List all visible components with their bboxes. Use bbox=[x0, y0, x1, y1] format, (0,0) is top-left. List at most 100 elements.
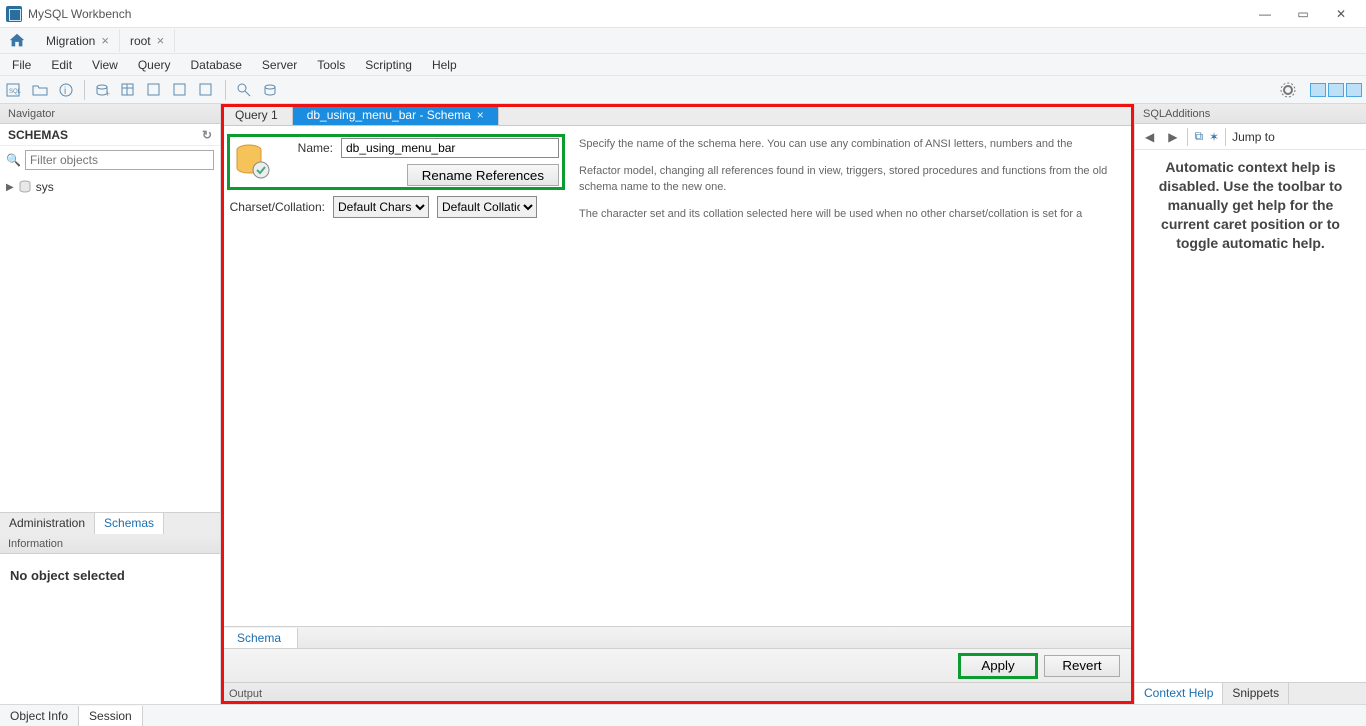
information-header: Information bbox=[0, 534, 220, 554]
schemas-header: SCHEMAS ↻ bbox=[0, 124, 220, 146]
apply-button[interactable]: Apply bbox=[960, 655, 1036, 677]
main-toolbar: SQL i + bbox=[0, 76, 1366, 104]
filter-input[interactable] bbox=[25, 150, 214, 170]
search-icon: 🔍 bbox=[6, 153, 21, 167]
apply-bar: Apply Revert bbox=[221, 648, 1134, 682]
menu-help[interactable]: Help bbox=[424, 56, 465, 74]
auto-help-icon[interactable]: ✶ bbox=[1209, 130, 1219, 144]
tab-object-info[interactable]: Object Info bbox=[0, 706, 79, 726]
svg-text:SQL: SQL bbox=[9, 89, 22, 95]
toggle-left-panel-icon[interactable] bbox=[1310, 83, 1326, 97]
back-button[interactable]: ◀ bbox=[1141, 130, 1158, 144]
tab-label: root bbox=[130, 34, 151, 48]
sql-tab-icon: SQL bbox=[6, 82, 22, 98]
toggle-right-panel-icon[interactable] bbox=[1346, 83, 1362, 97]
tab-root[interactable]: root × bbox=[120, 29, 175, 52]
expand-icon[interactable]: ▶ bbox=[6, 182, 14, 193]
jump-to-label[interactable]: Jump to bbox=[1232, 130, 1275, 144]
create-proc-button[interactable] bbox=[171, 80, 191, 100]
menu-query[interactable]: Query bbox=[130, 56, 179, 74]
folder-icon bbox=[32, 82, 48, 98]
tab-schemas[interactable]: Schemas bbox=[95, 513, 164, 534]
editor-tabstrip: Query 1 db_using_menu_bar - Schema × bbox=[221, 104, 1134, 126]
panel-toggle[interactable] bbox=[1310, 83, 1362, 97]
maximize-button[interactable]: ▭ bbox=[1284, 2, 1322, 26]
tab-snippets[interactable]: Snippets bbox=[1223, 683, 1289, 704]
tab-label: db_using_menu_bar - Schema bbox=[307, 108, 471, 122]
tab-label: Query 1 bbox=[235, 108, 278, 122]
open-sql-button[interactable] bbox=[30, 80, 50, 100]
svg-text:+: + bbox=[105, 89, 110, 98]
information-panel: Information No object selected bbox=[0, 534, 220, 704]
tab-session[interactable]: Session bbox=[79, 706, 143, 726]
revert-button[interactable]: Revert bbox=[1044, 655, 1120, 677]
close-icon[interactable]: × bbox=[477, 108, 484, 122]
reconnect-button[interactable] bbox=[260, 80, 280, 100]
main-area: Navigator SCHEMAS ↻ 🔍 ▶ sys Administrati… bbox=[0, 104, 1366, 704]
information-body: No object selected bbox=[0, 554, 220, 704]
create-table-button[interactable] bbox=[119, 80, 139, 100]
menu-tools[interactable]: Tools bbox=[309, 56, 353, 74]
tab-query-1[interactable]: Query 1 bbox=[221, 104, 293, 125]
toolbar-divider bbox=[1187, 128, 1188, 146]
create-view-button[interactable] bbox=[145, 80, 165, 100]
toolbar-divider bbox=[1225, 128, 1226, 146]
schema-icon bbox=[233, 142, 273, 182]
menu-server[interactable]: Server bbox=[254, 56, 305, 74]
info-tabs: Object Info Session bbox=[0, 706, 143, 726]
refresh-icon[interactable]: ↻ bbox=[202, 128, 212, 142]
sql-additions-panel: SQLAdditions ◀ ▶ ⧉ ✶ Jump to Automatic c… bbox=[1134, 104, 1366, 704]
tab-context-help[interactable]: Context Help bbox=[1135, 683, 1223, 704]
tab-migration[interactable]: Migration × bbox=[36, 29, 120, 52]
toolbar-divider bbox=[225, 80, 226, 100]
tab-schema-editor[interactable]: db_using_menu_bar - Schema × bbox=[293, 104, 499, 125]
name-row: Name: Rename References bbox=[229, 136, 563, 188]
titlebar: MySQL Workbench — ▭ ✕ bbox=[0, 0, 1366, 28]
navigator-tabs: Administration Schemas bbox=[0, 512, 220, 534]
menu-file[interactable]: File bbox=[4, 56, 39, 74]
schemas-label: SCHEMAS bbox=[8, 128, 68, 142]
forward-button[interactable]: ▶ bbox=[1164, 130, 1181, 144]
help-name: Specify the name of the schema here. You… bbox=[579, 136, 1126, 153]
inspector-button[interactable]: i bbox=[56, 80, 76, 100]
close-button[interactable]: ✕ bbox=[1322, 2, 1360, 26]
minimize-button[interactable]: — bbox=[1246, 2, 1284, 26]
menu-database[interactable]: Database bbox=[183, 56, 250, 74]
menu-bar: File Edit View Query Database Server Too… bbox=[0, 54, 1366, 76]
schema-name-input[interactable] bbox=[341, 138, 559, 158]
home-icon bbox=[8, 32, 26, 50]
tab-administration[interactable]: Administration bbox=[0, 513, 95, 534]
window-title: MySQL Workbench bbox=[28, 7, 1246, 21]
menu-view[interactable]: View bbox=[84, 56, 126, 74]
rename-references-button[interactable]: Rename References bbox=[407, 164, 559, 186]
tab-schema[interactable]: Schema bbox=[221, 628, 298, 648]
close-icon[interactable]: × bbox=[101, 33, 109, 48]
settings-button[interactable] bbox=[1278, 80, 1298, 100]
app-logo-icon bbox=[6, 6, 22, 22]
create-func-button[interactable] bbox=[197, 80, 217, 100]
charset-label: Charset/Collation: bbox=[229, 200, 325, 214]
func-icon bbox=[199, 82, 215, 98]
tab-label: Migration bbox=[46, 34, 95, 48]
menu-scripting[interactable]: Scripting bbox=[357, 56, 420, 74]
toggle-bottom-panel-icon[interactable] bbox=[1328, 83, 1344, 97]
collation-select[interactable]: Default Collation bbox=[437, 196, 537, 218]
create-schema-button[interactable]: + bbox=[93, 80, 113, 100]
manual-help-icon[interactable]: ⧉ bbox=[1194, 129, 1203, 144]
charset-select[interactable]: Default Charset bbox=[333, 196, 429, 218]
proc-icon bbox=[173, 82, 189, 98]
close-icon[interactable]: × bbox=[157, 33, 165, 48]
menu-edit[interactable]: Edit bbox=[43, 56, 80, 74]
search-table-button[interactable] bbox=[234, 80, 254, 100]
new-sql-tab-button[interactable]: SQL bbox=[4, 80, 24, 100]
view-icon bbox=[147, 82, 163, 98]
sql-additions-header: SQLAdditions bbox=[1135, 104, 1366, 124]
name-label: Name: bbox=[281, 141, 333, 155]
home-button[interactable] bbox=[6, 30, 28, 52]
schema-help-text: Specify the name of the schema here. You… bbox=[571, 126, 1134, 626]
context-help-body: Automatic context help is disabled. Use … bbox=[1135, 150, 1366, 682]
info-icon: i bbox=[58, 82, 74, 98]
tree-item-label: sys bbox=[36, 180, 54, 194]
database-icon bbox=[18, 180, 32, 194]
tree-item-sys[interactable]: ▶ sys bbox=[6, 178, 214, 196]
